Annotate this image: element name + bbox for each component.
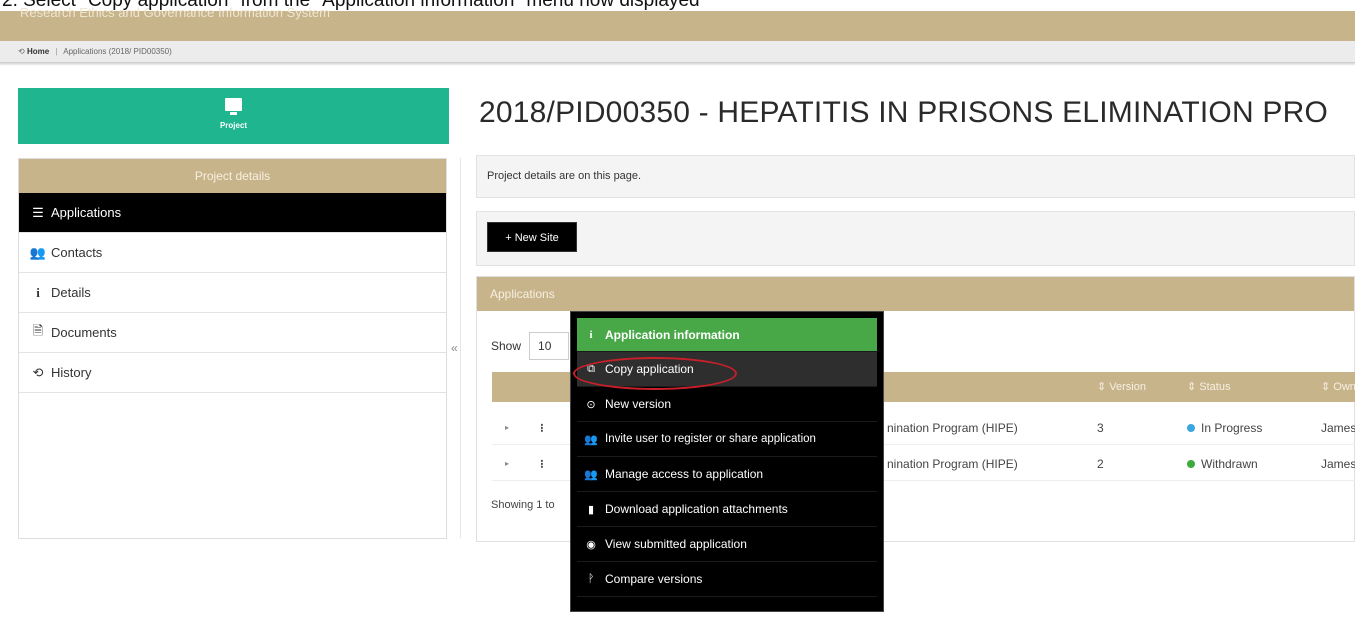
row-title: nination Program (HIPE) xyxy=(887,457,1018,471)
home-icon[interactable]: ⟲ xyxy=(18,47,25,56)
column-owner[interactable]: ⇕ Own xyxy=(1321,372,1355,402)
instruction-text: 2. Select "Copy application" from the "A… xyxy=(2,0,700,11)
breadcrumb: ⟲ Home | Applications (2018/ PID00350) xyxy=(0,41,1355,63)
project-button[interactable]: Project xyxy=(18,88,449,144)
sidebar-item-label: Documents xyxy=(51,325,117,340)
row-status: In Progress xyxy=(1187,421,1262,435)
sidebar-item-contacts[interactable]: 👥 Contacts xyxy=(19,233,446,273)
menu-invite-user[interactable]: 👥 Invite user to register or share appli… xyxy=(577,422,877,457)
status-dot-icon xyxy=(1187,424,1195,432)
sidebar: Project details ☰ Applications 👥 Contact… xyxy=(18,158,447,539)
sidebar-item-label: Details xyxy=(51,285,91,300)
menu-item-label: Manage access to application xyxy=(605,467,764,481)
monitor-icon xyxy=(225,98,242,115)
sidebar-item-history[interactable]: ⟲ History xyxy=(19,353,446,393)
header-shadow xyxy=(0,63,1355,66)
users-icon: 👥 xyxy=(29,244,47,260)
info-icon: i xyxy=(36,284,40,300)
breadcrumb-home[interactable]: Home xyxy=(27,47,49,56)
sidebar-divider xyxy=(460,158,461,538)
sidebar-item-applications[interactable]: ☰ Applications xyxy=(19,193,446,233)
file-icon: 🗎 xyxy=(32,322,44,338)
file-icon: ▮ xyxy=(587,503,595,516)
clock-icon: ⊙ xyxy=(586,398,596,411)
show-label: Show xyxy=(491,339,522,353)
more-options-icon[interactable]: ⁝ xyxy=(540,421,544,435)
row-owner: James xyxy=(1321,421,1355,435)
status-text: In Progress xyxy=(1201,421,1263,435)
eye-icon: ◉ xyxy=(586,538,596,551)
info-icon: i xyxy=(589,328,593,341)
branch-icon: ᚹ xyxy=(587,573,595,585)
sidebar-item-label: Contacts xyxy=(51,245,103,260)
sidebar-item-label: Applications xyxy=(51,205,122,220)
status-text: Withdrawn xyxy=(1201,457,1258,471)
menu-item-label: Download application attachments xyxy=(605,502,788,516)
new-site-toolbar: + New Site xyxy=(476,211,1355,266)
page-size-select[interactable]: 10 xyxy=(529,332,570,360)
row-version: 2 xyxy=(1097,457,1104,471)
menu-compare-versions[interactable]: ᚹ Compare versions xyxy=(577,562,877,597)
menu-item-label: Compare versions xyxy=(605,572,703,586)
table-icon: ☰ xyxy=(32,204,44,220)
history-icon: ⟲ xyxy=(32,364,44,380)
sidebar-heading: Project details xyxy=(19,159,446,193)
menu-item-label: Application information xyxy=(605,327,740,342)
showing-text: Showing 1 to xyxy=(491,499,555,511)
menu-application-information[interactable]: i Application information xyxy=(577,318,877,352)
row-status: Withdrawn xyxy=(1187,457,1258,471)
expand-icon[interactable]: ▸ xyxy=(505,423,509,432)
row-version: 3 xyxy=(1097,421,1104,435)
expand-icon[interactable]: ▸ xyxy=(505,459,509,468)
application-context-menu: i Application information ⧉ Copy applica… xyxy=(570,311,884,612)
row-title: nination Program (HIPE) xyxy=(887,421,1018,435)
breadcrumb-current[interactable]: Applications (2018/ PID00350) xyxy=(63,47,172,56)
menu-item-label: New version xyxy=(605,397,672,411)
applications-heading: Applications xyxy=(477,277,1354,311)
menu-download-attachments[interactable]: ▮ Download application attachments xyxy=(577,492,877,527)
project-button-label: Project xyxy=(219,121,248,130)
row-owner: James xyxy=(1321,457,1355,471)
breadcrumb-separator: | xyxy=(55,47,58,56)
sidebar-item-documents[interactable]: 🗎 Documents xyxy=(19,313,446,353)
column-status[interactable]: ⇕ Status xyxy=(1187,372,1230,402)
status-dot-icon xyxy=(1187,460,1195,468)
new-site-button[interactable]: + New Site xyxy=(487,222,577,252)
highlight-annotation xyxy=(573,357,737,390)
top-header: Research Ethics and Governance Informati… xyxy=(0,5,1355,41)
more-options-icon[interactable]: ⁝ xyxy=(540,457,544,471)
collapse-sidebar-icon[interactable]: « xyxy=(451,341,458,355)
menu-item-label: View submitted application xyxy=(605,537,747,551)
info-box: Project details are on this page. xyxy=(476,155,1355,198)
menu-item-label: Invite user to register or share applica… xyxy=(605,433,816,445)
page-size-control: Show 10 xyxy=(491,332,570,360)
menu-new-version[interactable]: ⊙ New version xyxy=(577,387,877,422)
page-title: 2018/PID00350 - HEPATITIS IN PRISONS ELI… xyxy=(479,96,1328,129)
users-icon: 👥 xyxy=(584,468,598,481)
column-version[interactable]: ⇕ Version xyxy=(1097,372,1146,402)
sidebar-item-label: History xyxy=(51,365,92,380)
info-text: Project details are on this page. xyxy=(487,170,642,182)
users-icon: 👥 xyxy=(584,433,598,446)
menu-manage-access[interactable]: 👥 Manage access to application xyxy=(577,457,877,492)
menu-view-submitted[interactable]: ◉ View submitted application xyxy=(577,527,877,562)
sidebar-item-details[interactable]: i Details xyxy=(19,273,446,313)
